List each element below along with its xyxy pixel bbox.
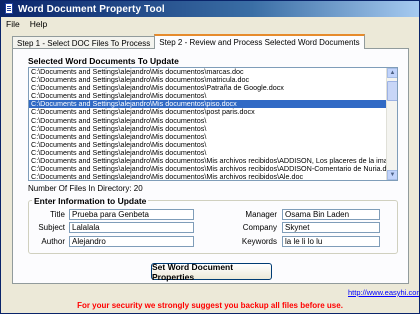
menu-file[interactable]: File — [1, 19, 25, 29]
tab-strip: Step 1 - Select DOC Files To Process Ste… — [12, 34, 365, 49]
list-item[interactable]: C:\Documents and Settings\alejandro\Mis … — [29, 68, 387, 76]
app-window: Word Document Property Tool File Help St… — [0, 0, 420, 314]
menu-bar: File Help — [1, 17, 419, 30]
manager-label: Manager — [245, 210, 277, 219]
documents-list: C:\Documents and Settings\alejandro\Mis … — [29, 68, 387, 180]
list-item[interactable]: C:\Documents and Settings\alejandro\Mis … — [29, 165, 387, 173]
menu-help[interactable]: Help — [25, 19, 52, 29]
window-title: Word Document Property Tool — [18, 3, 165, 15]
manager-field[interactable]: Osama Bin Laden — [282, 209, 380, 220]
author-field[interactable]: Alejandro — [69, 236, 194, 247]
title-label: Title — [50, 210, 65, 219]
keywords-label: Keywords — [241, 237, 277, 246]
list-item[interactable]: C:\Documents and Settings\alejandro\Mis … — [29, 141, 387, 149]
list-item[interactable]: C:\Documents and Settings\alejandro\Mis … — [29, 173, 387, 180]
list-item[interactable]: C:\Documents and Settings\alejandro\Mis … — [29, 125, 387, 133]
list-item[interactable]: C:\Documents and Settings\alejandro\Mis … — [29, 92, 387, 100]
document-icon — [3, 3, 15, 15]
list-item[interactable]: C:\Documents and Settings\alejandro\Mis … — [29, 157, 387, 165]
scroll-down-button[interactable]: ▼ — [387, 170, 397, 180]
keywords-field[interactable]: la le li lo lu — [282, 236, 380, 247]
title-field[interactable]: Prueba para Genbeta — [69, 209, 194, 220]
author-label: Author — [41, 237, 65, 246]
list-item[interactable]: C:\Documents and Settings\alejandro\Mis … — [29, 149, 387, 157]
documents-heading: Selected Word Documents To Update — [28, 56, 179, 66]
list-item[interactable]: C:\Documents and Settings\alejandro\Mis … — [29, 108, 387, 116]
scroll-thumb[interactable] — [387, 81, 397, 101]
list-item[interactable]: C:\Documents and Settings\alejandro\Mis … — [29, 84, 387, 92]
website-link[interactable]: http://www.easyhi.com.au — [348, 288, 419, 297]
subject-field[interactable]: Lalalala — [69, 222, 194, 233]
company-field[interactable]: Skynet — [282, 222, 380, 233]
list-item[interactable]: C:\Documents and Settings\alejandro\Mis … — [29, 100, 387, 109]
info-heading: Enter Information to Update — [32, 196, 149, 206]
list-scrollbar[interactable]: ▲ ▼ — [386, 68, 397, 180]
tab-step-2[interactable]: Step 2 - Review and Process Selected Wor… — [154, 34, 365, 49]
list-item[interactable]: C:\Documents and Settings\alejandro\Mis … — [29, 117, 387, 125]
list-item[interactable]: C:\Documents and Settings\alejandro\Mis … — [29, 133, 387, 141]
backup-warning: For your security we strongly suggest yo… — [77, 301, 343, 310]
subject-label: Subject — [38, 223, 65, 232]
set-properties-button[interactable]: Set Word Document Properties — [151, 262, 272, 282]
scroll-up-button[interactable]: ▲ — [387, 68, 397, 78]
company-label: Company — [242, 223, 277, 232]
documents-listbox[interactable]: C:\Documents and Settings\alejandro\Mis … — [28, 67, 398, 181]
file-count: Number Of Files In Directory: 20 — [28, 184, 143, 193]
list-item[interactable]: C:\Documents and Settings\alejandro\Mis … — [29, 76, 387, 84]
title-bar[interactable]: Word Document Property Tool — [1, 1, 419, 17]
